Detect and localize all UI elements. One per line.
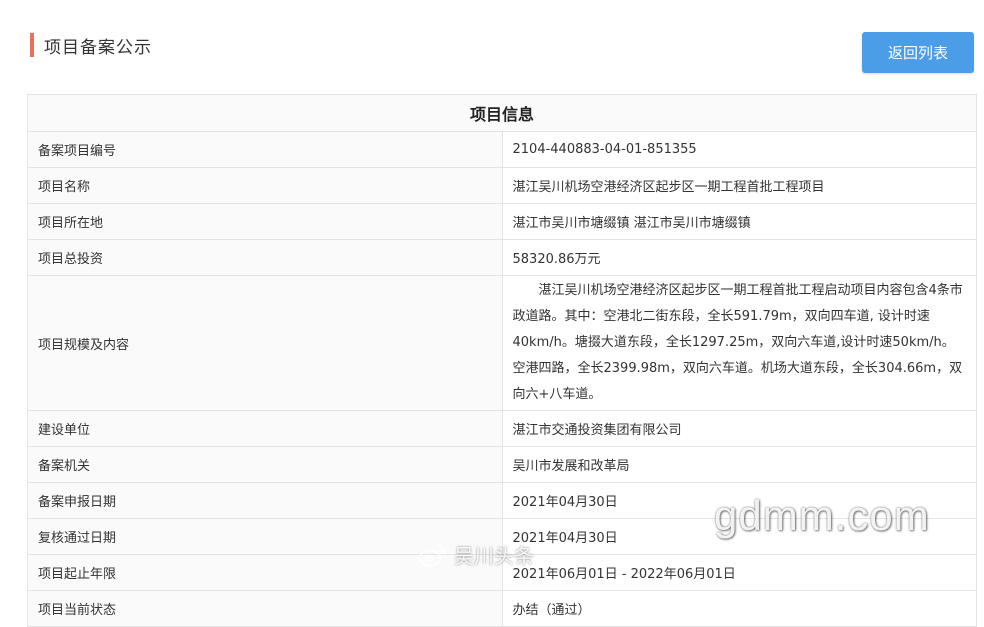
row-value: 吴川市发展和改革局 — [501, 446, 977, 483]
row-label: 备案机关 — [27, 446, 503, 483]
table-row-record-number: 备案项目编号 2104-440883-04-01-851355 — [27, 131, 977, 168]
row-label: 建设单位 — [27, 410, 503, 447]
weibo-icon — [419, 544, 446, 566]
table-row-project-name: 项目名称 湛江吴川机场空港经济区起步区一期工程首批工程项目 — [27, 167, 977, 204]
row-value: 办结（通过） — [501, 590, 977, 627]
table-heading: 项目信息 — [27, 94, 977, 132]
weibo-watermark-text: 吴川头条 — [454, 544, 534, 568]
table-row-location: 项目所在地 湛江市吴川市塘缀镇 湛江市吴川市塘缀镇 — [27, 203, 977, 240]
row-value: 湛江吴川机场空港经济区起步区一期工程首批工程项目 — [501, 167, 977, 204]
table-row-scope: 项目规模及内容 湛江吴川机场空港经济区起步区一期工程首批工程启动项目内容包含4条… — [27, 275, 977, 411]
row-label: 项目规模及内容 — [27, 275, 503, 411]
page-header: 项目备案公示 — [30, 31, 152, 59]
back-to-list-button[interactable]: 返回列表 — [862, 32, 974, 73]
row-value: 湛江吴川机场空港经济区起步区一期工程首批工程启动项目内容包含4条市政道路。其中：… — [501, 275, 977, 411]
title-accent-bar — [30, 33, 34, 57]
site-watermark: gdmm.com — [714, 492, 930, 539]
row-label: 项目总投资 — [27, 239, 503, 276]
row-value: 湛江市交通投资集团有限公司 — [501, 410, 977, 447]
row-label: 项目所在地 — [27, 203, 503, 240]
row-label: 项目名称 — [27, 167, 503, 204]
table-row-authority: 备案机关 吴川市发展和改革局 — [27, 446, 977, 483]
row-value: 2104-440883-04-01-851355 — [501, 131, 977, 168]
row-label: 备案项目编号 — [27, 131, 503, 168]
table-row-total-investment: 项目总投资 58320.86万元 — [27, 239, 977, 276]
row-label: 项目当前状态 — [27, 590, 503, 627]
page-title: 项目备案公示 — [44, 37, 152, 58]
row-label: 备案申报日期 — [27, 482, 503, 519]
weibo-watermark: 吴川头条 — [418, 540, 534, 569]
row-value: 2021年06月01日 - 2022年06月01日 — [501, 554, 977, 591]
table-row-builder: 建设单位 湛江市交通投资集团有限公司 — [27, 410, 977, 447]
table-row-status: 项目当前状态 办结（通过） — [27, 590, 977, 627]
row-value: 湛江市吴川市塘缀镇 湛江市吴川市塘缀镇 — [501, 203, 977, 240]
row-value: 58320.86万元 — [501, 239, 977, 276]
